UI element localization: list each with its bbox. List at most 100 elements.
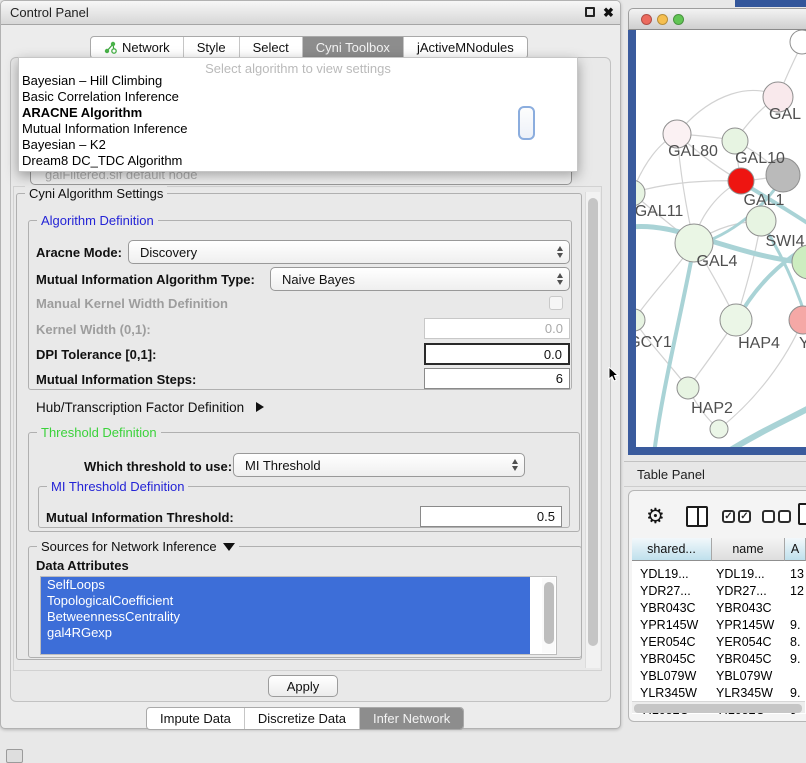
column-header-a[interactable]: A: [785, 538, 806, 561]
inference-algorithm-combo-stepper[interactable]: [518, 106, 535, 140]
tab-cyni-toolbox[interactable]: Cyni Toolbox: [303, 37, 404, 58]
unchecked-column-icon[interactable]: [762, 510, 775, 523]
table-cell[interactable]: YBR045C: [716, 652, 772, 666]
network-node[interactable]: [790, 30, 806, 54]
tab-select[interactable]: Select: [240, 37, 303, 58]
mi-algorithm-type-combo[interactable]: Naive Bayes: [270, 267, 570, 291]
attribute-item[interactable]: SelfLoops: [41, 577, 530, 593]
table-cell[interactable]: 13: [790, 567, 804, 581]
minimized-panel-icon[interactable]: [6, 749, 23, 763]
checked-column-icon[interactable]: ✓: [738, 510, 751, 523]
algorithm-option[interactable]: Mutual Information Inference: [22, 121, 187, 136]
split-view-icon[interactable]: [686, 506, 708, 527]
table-cell[interactable]: YBL079W: [640, 669, 696, 683]
table-cell[interactable]: YPR145W: [716, 618, 774, 632]
network-canvas[interactable]: GALGAL80GAL10GAL1GAL11SWI4GAL4GCY1HAP4YH…: [636, 30, 806, 447]
network-node[interactable]: [728, 168, 754, 194]
tab-jactivemnodules[interactable]: jActiveMNodules: [404, 37, 527, 58]
node-table[interactable]: shared...nameA YDL19... YDL19... 13 YDR27...…: [632, 538, 806, 714]
network-node[interactable]: [636, 309, 645, 331]
sources-group-title[interactable]: Sources for Network Inference: [37, 539, 239, 554]
attribute-item[interactable]: TopologicalCoefficient: [41, 593, 530, 609]
table-cell[interactable]: YBR045C: [640, 652, 696, 666]
table-cell[interactable]: 9.: [790, 652, 800, 666]
column-header-shared-[interactable]: shared...: [632, 538, 712, 561]
manual-kernel-width-checkbox[interactable]: [549, 296, 563, 310]
chevron-right-icon[interactable]: [256, 402, 264, 412]
table-cell[interactable]: YLR345W: [640, 686, 697, 700]
network-node[interactable]: [720, 304, 752, 336]
table-cell[interactable]: YPR145W: [640, 618, 698, 632]
tab-label: jActiveMNodules: [417, 40, 514, 55]
table-scrollbar-thumb[interactable]: [634, 704, 802, 713]
table-cell[interactable]: YDR27...: [640, 584, 691, 598]
network-edge[interactable]: [636, 320, 688, 388]
unchecked-column-icon[interactable]: [778, 510, 791, 523]
table-cell[interactable]: YER054C: [640, 635, 696, 649]
control-panel-title: Control Panel: [10, 5, 89, 20]
table-cell[interactable]: YDL19...: [640, 567, 689, 581]
which-threshold-combo[interactable]: MI Threshold: [233, 453, 525, 477]
table-cell[interactable]: YBR043C: [716, 601, 772, 615]
tab-network[interactable]: Network: [91, 37, 184, 58]
hub-definition-section[interactable]: Hub/Transcription Factor Definition: [36, 400, 264, 415]
close-traffic-light-icon[interactable]: [641, 14, 652, 25]
attribute-item-partial[interactable]: [41, 641, 530, 655]
apply-button[interactable]: Apply: [268, 675, 338, 697]
network-node[interactable]: [710, 420, 728, 438]
chevron-down-icon[interactable]: [223, 543, 235, 551]
attribute-list-scrollbar[interactable]: [542, 578, 555, 653]
float-icon[interactable]: [585, 7, 595, 17]
gear-icon[interactable]: ⚙: [646, 504, 665, 529]
zoom-traffic-light-icon[interactable]: [673, 14, 684, 25]
settings-scrollbar-thumb[interactable]: [588, 198, 598, 646]
algorithm-option[interactable]: Bayesian – K2: [22, 137, 106, 152]
network-node[interactable]: [789, 306, 806, 334]
table-panel-titlebar[interactable]: Table Panel: [624, 461, 806, 487]
table-cell[interactable]: YDL19...: [716, 567, 765, 581]
scrollbar-thumb[interactable]: [544, 582, 554, 644]
mi-steps-field[interactable]: 6: [424, 368, 570, 389]
control-panel-titlebar[interactable]: Control Panel ✖: [1, 1, 620, 25]
tab-infer-network[interactable]: Infer Network: [360, 708, 463, 729]
page-icon[interactable]: [798, 503, 806, 525]
data-attributes-list[interactable]: SelfLoopsTopologicalCoefficientBetweenne…: [40, 576, 557, 655]
table-cell[interactable]: YER054C: [716, 635, 772, 649]
dpi-tolerance-field[interactable]: 0.0: [424, 343, 570, 365]
table-cell[interactable]: YBL079W: [716, 669, 772, 683]
table-cell[interactable]: 9.: [790, 686, 800, 700]
close-icon[interactable]: ✖: [603, 6, 614, 19]
network-node[interactable]: [677, 377, 699, 399]
table-cell[interactable]: YLR345W: [716, 686, 773, 700]
node-label: GAL: [769, 106, 801, 123]
table-cell[interactable]: 12: [790, 584, 804, 598]
algorithm-option[interactable]: ARACNE Algorithm: [22, 105, 142, 120]
minimize-traffic-light-icon[interactable]: [657, 14, 668, 25]
column-header-name[interactable]: name: [712, 538, 785, 561]
table-cell[interactable]: YDR27...: [716, 584, 767, 598]
table-horizontal-scrollbar[interactable]: [632, 701, 805, 713]
algorithm-option[interactable]: Bayesian – Hill Climbing: [22, 73, 162, 88]
stepper-icon: [557, 273, 563, 285]
network-node[interactable]: [746, 206, 776, 236]
attribute-item[interactable]: gal4RGexp: [41, 625, 530, 641]
mi-threshold-field[interactable]: 0.5: [420, 506, 562, 527]
table-cell[interactable]: 9.: [790, 618, 800, 632]
network-node[interactable]: [792, 245, 806, 279]
aracne-mode-combo[interactable]: Discovery: [128, 240, 570, 264]
algorithm-option[interactable]: Dream8 DC_TDC Algorithm: [22, 153, 182, 168]
network-window-titlebar[interactable]: [628, 8, 806, 30]
settings-scrollbar[interactable]: [585, 192, 600, 668]
stepper-icon: [557, 246, 563, 258]
checked-column-icon[interactable]: ✓: [722, 510, 735, 523]
attribute-item[interactable]: BetweennessCentrality: [41, 609, 530, 625]
algorithm-dropdown-list[interactable]: Select algorithm to view settings Bayesi…: [18, 57, 578, 172]
algorithm-option[interactable]: Basic Correlation Inference: [22, 89, 179, 104]
table-cell[interactable]: YBR043C: [640, 601, 696, 615]
table-cell[interactable]: 8.: [790, 635, 800, 649]
tab-impute-data[interactable]: Impute Data: [147, 708, 245, 729]
tab-discretize-data[interactable]: Discretize Data: [245, 708, 360, 729]
network-edge-thick[interactable]: [724, 402, 806, 447]
tab-style[interactable]: Style: [184, 37, 240, 58]
kernel-width-field[interactable]: 0.0: [424, 318, 570, 339]
